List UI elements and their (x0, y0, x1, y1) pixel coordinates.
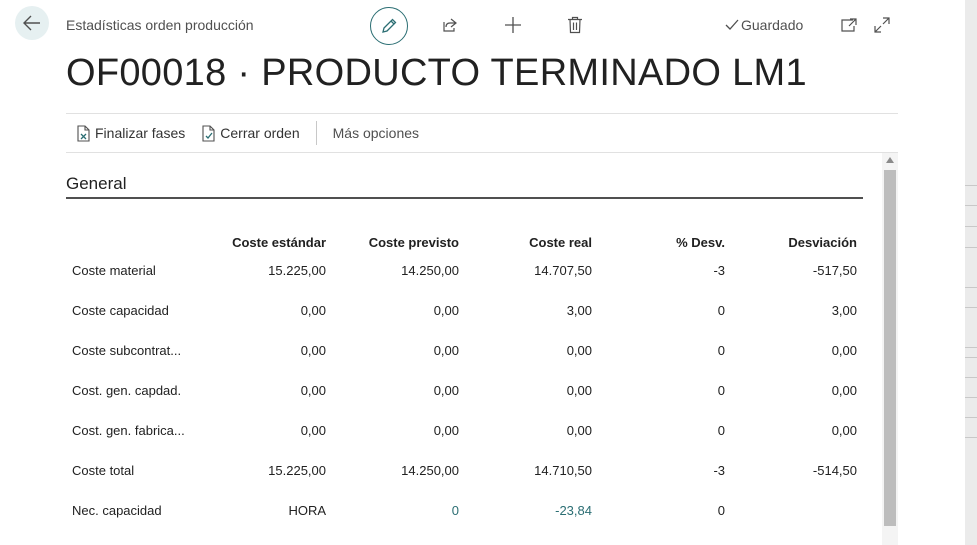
page-caption: Estadísticas orden producción (66, 17, 254, 33)
background-window-edge (965, 0, 977, 545)
cell-actual-cost: 0,00 (566, 343, 592, 358)
cell-deviation: -517,50 (812, 263, 857, 278)
cell-deviation-percent: -3 (713, 463, 725, 478)
cell-actual-cost: 0,00 (566, 423, 592, 438)
section-general-title[interactable]: General (66, 174, 126, 194)
cell-deviation-percent: 0 (717, 303, 725, 318)
cell-standard-capacity-unit: HORA (288, 503, 326, 518)
cell-expected-cost: 0,00 (433, 343, 459, 358)
column-header-actual-cost: Coste real (529, 235, 592, 250)
row-label: Cost. gen. capdad. (72, 383, 182, 398)
saved-status: Guardado (725, 17, 803, 33)
action-bar: Finalizar fases Cerrar orden Más opcione… (66, 113, 898, 153)
cell-actual-cost: 14.710,50 (534, 463, 592, 478)
page-title: OF00018 · PRODUCTO TERMINADO LM1 (66, 52, 807, 94)
column-header-standard-cost: Coste estándar (232, 235, 326, 250)
column-header-deviation-percent: % Desv. (676, 235, 725, 250)
expand-icon (874, 17, 890, 33)
table-row-total-cost: Coste total 15.225,00 14.250,00 14.710,5… (66, 463, 863, 487)
cell-expected-cost: 0,00 (433, 423, 459, 438)
vertical-scrollbar[interactable] (882, 153, 898, 545)
row-label: Nec. capacidad (72, 503, 162, 518)
document-close-icon (202, 124, 215, 142)
cell-standard-cost: 0,00 (300, 423, 326, 438)
more-options-label: Más opciones (332, 125, 420, 141)
cell-deviation-percent: 0 (717, 423, 725, 438)
document-finish-icon (77, 124, 90, 142)
pencil-icon (382, 18, 397, 33)
saved-label: Guardado (741, 17, 804, 33)
cell-deviation-percent: 0 (717, 503, 725, 518)
more-options-button[interactable]: Más opciones (333, 114, 419, 152)
finish-phases-button[interactable]: Finalizar fases (76, 114, 185, 152)
finish-phases-label: Finalizar fases (95, 125, 186, 141)
cell-standard-cost: 15.225,00 (268, 263, 326, 278)
cell-expected-cost: 0,00 (433, 303, 459, 318)
cell-standard-cost: 0,00 (300, 303, 326, 318)
cell-actual-cost: 3,00 (566, 303, 592, 318)
cell-expected-cost: 0,00 (433, 383, 459, 398)
cell-deviation: 0,00 (831, 383, 857, 398)
table-row-capacity-cost: Coste capacidad 0,00 0,00 3,00 0 3,00 (66, 303, 863, 327)
open-in-new-window-icon (841, 18, 857, 32)
share-icon (443, 18, 457, 32)
cell-deviation-percent: 0 (717, 343, 725, 358)
cell-standard-cost: 0,00 (300, 343, 326, 358)
row-label: Coste material (72, 263, 156, 278)
table-row-capacity-need: Nec. capacidad HORA 0 -23,84 0 (66, 503, 863, 527)
cell-deviation: 0,00 (831, 343, 857, 358)
cell-expected-cost: 14.250,00 (401, 263, 459, 278)
table-row-material-cost: Coste material 15.225,00 14.250,00 14.70… (66, 263, 863, 287)
cell-deviation: 0,00 (831, 423, 857, 438)
action-separator (315, 121, 317, 145)
cell-actual-cost: 14.707,50 (534, 263, 592, 278)
checkmark-icon (725, 19, 739, 30)
arrow-left-icon (23, 15, 40, 31)
back-button[interactable] (15, 6, 49, 40)
cell-deviation-percent: -3 (713, 263, 725, 278)
row-label: Coste capacidad (72, 303, 169, 318)
cell-deviation: -514,50 (812, 463, 857, 478)
row-label: Cost. gen. fabrica... (72, 423, 185, 438)
content-area: General Coste estándar Coste previsto Co… (66, 153, 898, 545)
expected-capacity-link[interactable]: 0 (452, 503, 459, 518)
table-row-subcontract-cost: Coste subcontrat... 0,00 0,00 0,00 0 0,0… (66, 343, 863, 367)
cell-standard-cost: 0,00 (300, 383, 326, 398)
column-header-expected-cost: Coste previsto (368, 235, 459, 250)
plus-icon (505, 17, 521, 33)
close-order-button[interactable]: Cerrar orden (201, 114, 300, 152)
table-row-manufacturing-overhead: Cost. gen. fabrica... 0,00 0,00 0,00 0 0… (66, 423, 863, 447)
scroll-up-arrow-icon[interactable] (886, 157, 894, 163)
section-divider (66, 197, 863, 199)
row-label: Coste subcontrat... (72, 343, 182, 358)
column-header-deviation: Desviación (788, 235, 857, 250)
cell-actual-cost: 0,00 (566, 383, 592, 398)
actual-capacity-link[interactable]: -23,84 (555, 503, 592, 518)
trash-icon (568, 16, 582, 34)
cell-expected-cost: 14.250,00 (401, 463, 459, 478)
edit-button[interactable] (370, 7, 408, 45)
table-row-capacity-overhead: Cost. gen. capdad. 0,00 0,00 0,00 0 0,00 (66, 383, 863, 407)
delete-button[interactable] (564, 14, 586, 36)
share-button[interactable] (439, 14, 461, 36)
close-order-label: Cerrar orden (220, 125, 300, 141)
row-label: Coste total (72, 463, 135, 478)
cell-deviation: 3,00 (831, 303, 857, 318)
open-new-window-button[interactable] (838, 14, 860, 36)
expand-button[interactable] (871, 14, 893, 36)
scrollbar-thumb[interactable] (884, 170, 896, 526)
new-button[interactable] (502, 14, 524, 36)
table-header-row: Coste estándar Coste previsto Coste real… (66, 235, 863, 259)
cell-deviation-percent: 0 (717, 383, 725, 398)
cell-standard-cost: 15.225,00 (268, 463, 326, 478)
